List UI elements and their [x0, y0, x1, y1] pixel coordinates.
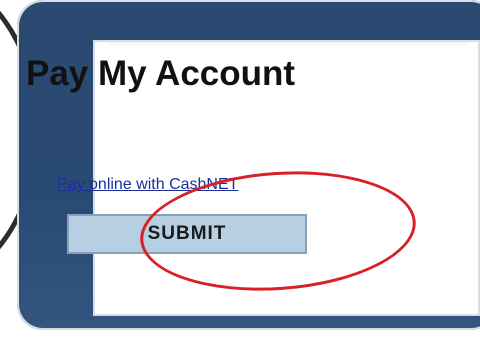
cashnet-payment-link[interactable]: Pay online with CashNET [57, 176, 238, 194]
submit-button[interactable]: SUBMIT [67, 214, 307, 254]
card-top-strip [107, 42, 467, 45]
page-title: Pay My Account [26, 54, 296, 93]
screenshot-stage: Pay My Account Pay online with CashNET S… [0, 0, 480, 338]
